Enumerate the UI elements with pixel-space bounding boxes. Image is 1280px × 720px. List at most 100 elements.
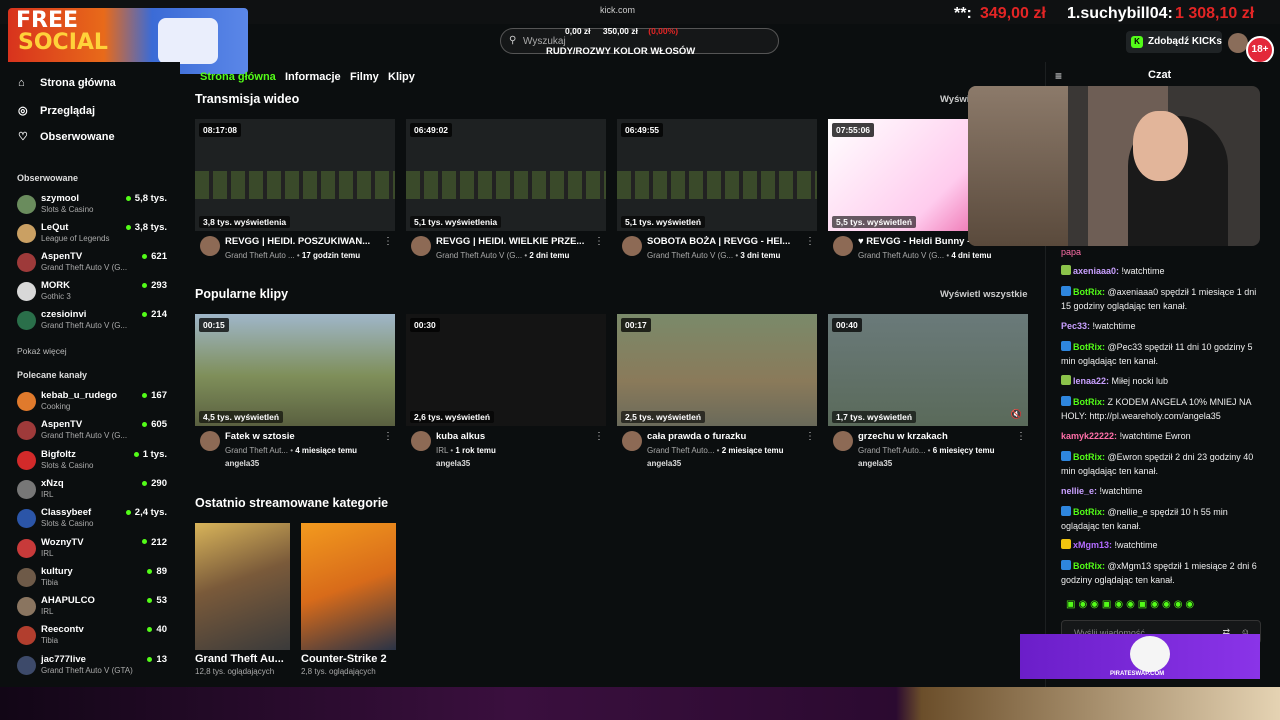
recommended-channel[interactable]: Bigfoltz Slots & Casino 1 tys. [17,449,167,477]
recommended-channel[interactable]: Classybeef Slots & Casino 2,4 tys. [17,507,167,535]
channel-avatar[interactable] [411,236,431,256]
recommended-channel[interactable]: Reecontv Tibia 40 [17,624,167,652]
channel-avatar[interactable] [200,236,220,256]
more-options-icon[interactable]: ⋮ [383,236,393,247]
chat-username[interactable]: BotRix: [1073,342,1105,352]
clip-card[interactable]: 00:15 4,5 tys. wyświetleń Fatek w sztosi… [195,314,395,474]
chat-message: BotRix: @Pec33 spędził 11 dni 10 godziny… [1061,341,1261,368]
chat-username[interactable]: xMgm13: [1073,540,1112,550]
clips-see-all-link[interactable]: Wyświetl wszystkie [940,289,1027,300]
channel-game: Slots & Casino [41,205,94,214]
recommended-channel[interactable]: AHAPULCO IRL 53 [17,595,167,623]
recommended-channel[interactable]: jac777live Grand Theft Auto V (GTA) 13 [17,654,167,682]
video-card[interactable]: 06:49:02 5,1 tys. wyświetlenia REVGG | H… [406,119,606,264]
more-options-icon[interactable]: ⋮ [594,236,604,247]
nav-following[interactable]: ♡ Obserwowane [18,130,115,143]
chat-username[interactable]: BotRix: [1073,287,1105,297]
recommended-channel[interactable]: WoznyTV IRL 212 [17,537,167,565]
show-more-link[interactable]: Pokaż więcej [17,346,67,356]
chat-username[interactable]: BotRix: [1073,397,1105,407]
more-options-icon[interactable]: ⋮ [594,431,604,442]
clip-author[interactable]: angela35 [647,459,681,468]
recommended-channel[interactable]: kebab_u_rudego Cooking 167 [17,390,167,418]
chat-username[interactable]: lenaa22: [1073,376,1109,386]
chat-username[interactable]: nellie_e: [1061,486,1097,496]
clip-thumbnail[interactable]: 00:17 2,5 tys. wyświetleń [617,314,817,426]
channel-name: MORK [41,280,71,291]
category-card-gta[interactable]: Grand Theft Au... 12,8 tys. oglądających [195,523,290,676]
channel-name: szymool [41,193,80,204]
channel-avatar[interactable] [833,431,853,451]
chat-username[interactable]: axeniaaa0: [1073,266,1119,276]
video-thumbnail[interactable]: 06:49:55 5,1 tys. wyświetleń [617,119,817,231]
mute-icon[interactable]: 🔇 [1011,409,1022,420]
video-title[interactable]: REVGG | HEIDI. WIELKIE PRZE... [436,236,586,247]
chat-username[interactable]: BotRix: [1073,452,1105,462]
more-options-icon[interactable]: ⋮ [805,431,815,442]
pirateswap-ad-banner[interactable]: PIRATESWAP.COM [1020,634,1260,679]
following-channel[interactable]: szymool Slots & Casino 5,8 tys. [17,193,167,221]
get-kicks-button[interactable]: K Zdobądź KICKs [1126,31,1222,53]
chat-username[interactable]: Pec33: [1061,321,1090,331]
more-options-icon[interactable]: ⋮ [805,236,815,247]
clip-card[interactable]: 00:40 1,7 tys. wyświetleń 🔇 grzechu w kr… [828,314,1028,474]
chat-username[interactable]: BotRix: [1073,507,1105,517]
video-meta: Grand Theft Auto ... • 17 godzin temu [225,251,361,260]
chat-message: BotRix: Z KODEM ANGELA 10% MNIEJ NA HOLY… [1061,396,1261,423]
category-card-cs2[interactable]: Counter-Strike 2 2,8 tys. oglądających [301,523,396,676]
following-channel[interactable]: MORK Gothic 3 293 [17,280,167,308]
video-title[interactable]: REVGG | HEIDI. POSZUKIWAN... [225,236,375,247]
recommended-channel[interactable]: xNzq IRL 290 [17,478,167,506]
following-channel[interactable]: LeQut League of Legends 3,8 tys. [17,222,167,250]
video-card[interactable]: 06:49:55 5,1 tys. wyświetleń SOBOTA BOŻA… [617,119,817,264]
goal-current: 0,00 zł [565,26,591,36]
channel-avatar[interactable] [622,431,642,451]
user-avatar[interactable] [1228,33,1248,53]
channel-viewers: 214 [142,309,167,320]
more-options-icon[interactable]: ⋮ [1016,431,1026,442]
clip-card[interactable]: 00:30 2,6 tys. wyświetleń kuba alkus IRL… [406,314,606,474]
clip-author[interactable]: angela35 [858,459,892,468]
tab-home[interactable]: Strona główna [200,71,276,83]
nav-home[interactable]: ⌂ Strona główna [18,77,116,89]
chat-collapse-icon[interactable]: ≡ [1055,69,1062,83]
emote-bar[interactable]: ▣◉◉▣◉◉▣◉◉◉◉ [1066,599,1197,610]
streamer-face [1133,111,1188,181]
clip-author[interactable]: angela35 [225,459,259,468]
clip-card[interactable]: 00:17 2,5 tys. wyświetleń cała prawda o … [617,314,817,474]
following-channel[interactable]: czesioinvi Grand Theft Auto V (G... 214 [17,309,167,337]
channel-avatar[interactable] [200,431,220,451]
video-thumbnail[interactable]: 06:49:02 5,1 tys. wyświetlenia [406,119,606,231]
clip-thumbnail[interactable]: 00:40 1,7 tys. wyświetleń 🔇 [828,314,1028,426]
tab-about[interactable]: Informacje [285,71,341,83]
clip-thumbnail[interactable]: 00:15 4,5 tys. wyświetleń [195,314,395,426]
video-thumbnail[interactable]: 08:17:08 3,8 tys. wyświetlenia [195,119,395,231]
tab-videos[interactable]: Filmy [350,71,379,83]
chat-username[interactable]: kamyk22222: [1061,431,1117,441]
channel-avatar[interactable] [411,431,431,451]
channel-avatar[interactable] [833,236,853,256]
clip-title[interactable]: Fatek w sztosie [225,431,375,442]
nav-browse[interactable]: ◎ Przeglądaj [18,104,95,117]
user-badge-icon [1061,265,1071,275]
video-title[interactable]: SOBOTA BOŻA | REVGG - HEI... [647,236,797,247]
clip-title[interactable]: kuba alkus [436,431,586,442]
tab-clips[interactable]: Klipy [388,71,415,83]
clip-title[interactable]: cała prawda o furazku [647,431,797,442]
following-channel[interactable]: AspenTV Grand Theft Auto V (G... 621 [17,251,167,279]
channel-avatar[interactable] [622,236,642,256]
clip-author[interactable]: angela35 [436,459,470,468]
video-card[interactable]: 08:17:08 3,8 tys. wyświetlenia REVGG | H… [195,119,395,264]
clip-title[interactable]: grzechu w krzakach [858,431,1008,442]
clip-thumbnail[interactable]: 00:30 2,6 tys. wyświetleń [406,314,606,426]
chat-username[interactable]: BotRix: [1073,561,1105,571]
channel-name: czesioinvi [41,309,87,320]
url-text[interactable]: kick.com [600,5,635,15]
donation-top-amount: 1 308,10 zł [1175,5,1255,22]
channel-viewers: 89 [147,566,167,577]
recommended-channel[interactable]: kultury Tibia 89 [17,566,167,594]
recommended-channel[interactable]: AspenTV Grand Theft Auto V (G... 605 [17,419,167,447]
more-options-icon[interactable]: ⋮ [383,431,393,442]
streamer-webcam [968,86,1260,246]
ad-text: PIRATESWAP.COM [1110,671,1165,677]
